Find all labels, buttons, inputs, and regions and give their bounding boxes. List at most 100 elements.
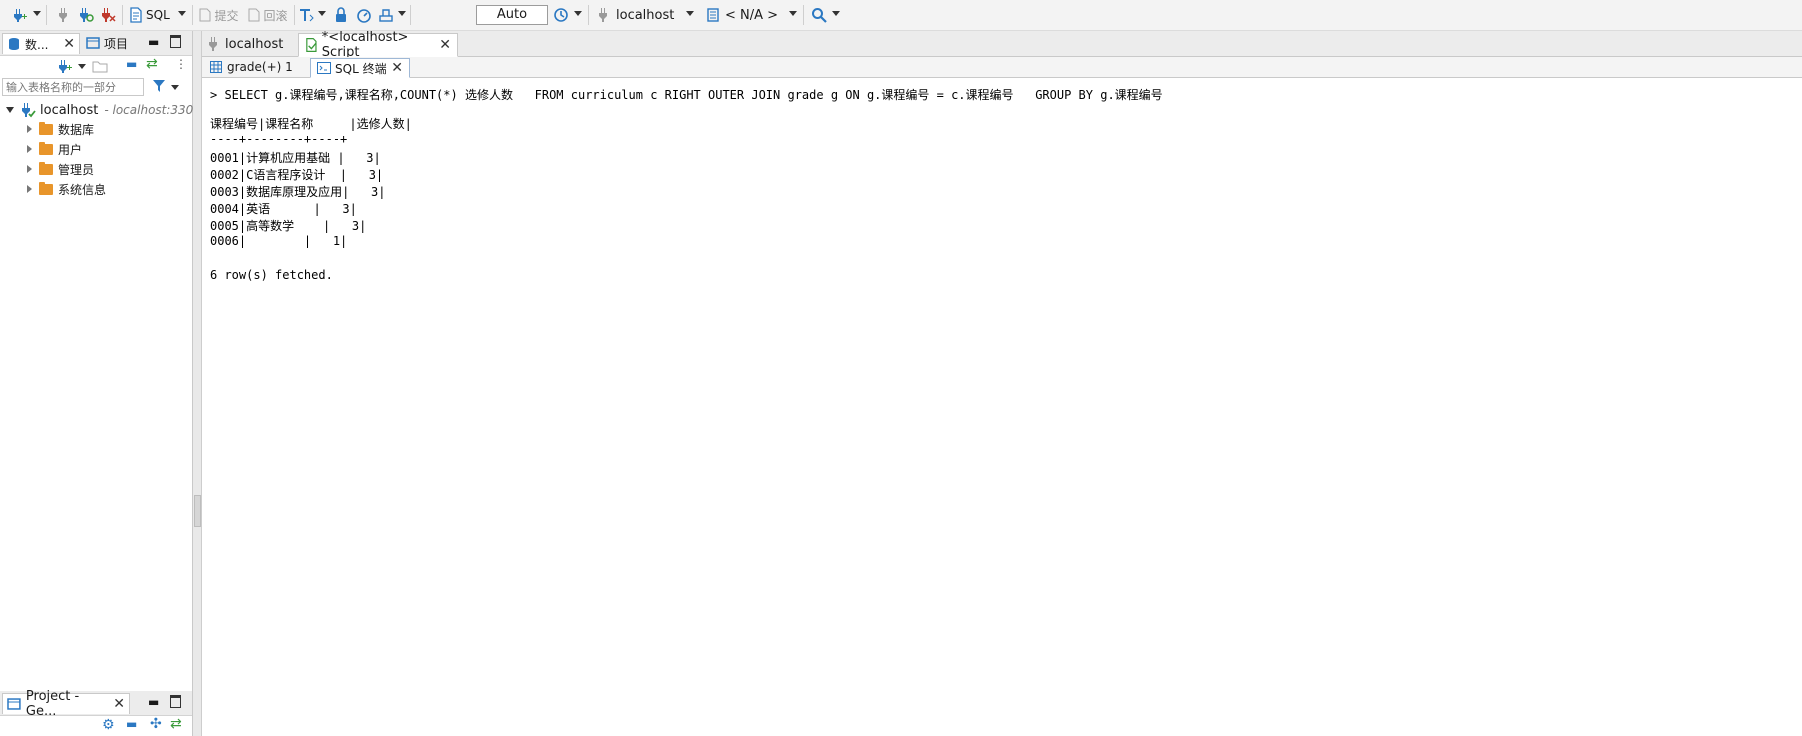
transaction-mode-field[interactable]: Auto (476, 5, 548, 25)
panel-splitter[interactable] (193, 31, 202, 736)
terminal-icon (317, 62, 331, 74)
expand-icon[interactable] (27, 185, 32, 193)
folder-icon (39, 181, 53, 195)
link-editor-icon[interactable]: ⇄ (170, 716, 182, 732)
expand-icon[interactable] (6, 107, 14, 113)
folder-icon (39, 161, 53, 175)
tree-item-label: 用户 (58, 142, 83, 157)
connection-icon (209, 37, 217, 51)
minimize-icon[interactable]: ▬ (148, 695, 159, 709)
tab-grade-result[interactable]: grade(+) 1 (204, 58, 308, 76)
tree-item-administrators[interactable]: 管理员 (27, 160, 94, 178)
rollback-label: 回滚 (263, 8, 288, 23)
folder-icon (39, 141, 53, 155)
maximize-icon[interactable] (170, 35, 181, 48)
expand-icon[interactable] (27, 125, 32, 133)
new-connection-icon[interactable] (8, 5, 30, 25)
tab-localhost-label: localhost (225, 36, 284, 52)
tree-item-system-info[interactable]: 系统信息 (27, 180, 106, 198)
sql-dropdown-icon[interactable] (178, 11, 186, 16)
search-icon[interactable] (810, 5, 828, 25)
settings-icon[interactable]: ⚙ (102, 717, 115, 733)
dashboard-icon[interactable] (354, 5, 374, 25)
editor-tab-bar: localhost *<localhost> Script ✕ (202, 30, 1802, 60)
tab-database-navigator[interactable]: 数... ✕ (2, 33, 80, 54)
tab-project-general[interactable]: Project - Ge... ✕ (2, 689, 130, 719)
navigator-tab-bar: 数... ✕ 项目 ▬ (0, 31, 192, 56)
result-header-line: 课程编号|课程名称 |选修人数| (210, 117, 412, 131)
table-icon (210, 61, 222, 73)
link-editor-icon[interactable]: ⇄ (146, 56, 158, 72)
project-toolbar: ⚙ ▬ ✣ ⇄ (0, 716, 192, 736)
sql-editor-button[interactable]: SQL (128, 5, 180, 25)
result-row: 0002|C语言程序设计 | 3| (210, 168, 384, 182)
minimize-icon[interactable]: ▬ (148, 35, 159, 49)
navigator-panel: 数... ✕ 项目 ▬ ▬ ⇄ ⋮ 输入表格名称的一部分 localhost -… (0, 31, 201, 736)
close-icon[interactable]: ✕ (391, 61, 403, 75)
tree-item-users[interactable]: 用户 (27, 140, 82, 158)
tree-item-localhost[interactable]: localhost - localhost:3306 (6, 101, 201, 119)
table-filter-input[interactable]: 输入表格名称的一部分 (2, 78, 144, 96)
tree-item-label: 系统信息 (58, 182, 107, 197)
commit-label: 提交 (214, 8, 239, 23)
connect-icon[interactable] (54, 5, 74, 25)
active-connection-selector[interactable]: localhost (598, 5, 690, 25)
view-menu-icon[interactable]: ⋮ (175, 57, 187, 71)
expand-icon[interactable]: ✣ (150, 716, 162, 732)
result-row: 0004|英语 | 3| (210, 202, 357, 216)
tab-sql-terminal[interactable]: SQL 终端 ✕ (310, 58, 410, 78)
close-icon[interactable]: ✕ (439, 38, 451, 52)
rows-fetched-status: 6 row(s) fetched. (210, 268, 333, 282)
splitter-handle[interactable] (194, 495, 201, 527)
maximize-icon[interactable] (170, 695, 181, 708)
close-icon[interactable]: ✕ (63, 37, 75, 51)
filter-dropdown-icon[interactable] (171, 85, 179, 90)
schema-selector[interactable]: < N/A > (706, 5, 792, 25)
commit-button[interactable]: 提交 (196, 5, 242, 25)
tab-projects-label: 项目 (104, 36, 129, 51)
collapse-all-icon[interactable]: ▬ (126, 57, 137, 71)
format-dropdown-icon[interactable] (318, 11, 326, 16)
tab-sql-terminal-label: SQL 终端 (335, 61, 387, 76)
tree-item-label: localhost (40, 102, 99, 118)
format-icon[interactable] (297, 5, 315, 25)
folder-icon (39, 121, 53, 135)
history-icon[interactable] (552, 5, 570, 25)
search-dropdown-icon[interactable] (832, 11, 840, 16)
filter-icon[interactable] (152, 79, 166, 96)
result-row: 0005|高等数学 | 3| (210, 219, 367, 233)
expand-icon[interactable] (27, 145, 32, 153)
tab-database-navigator-label: 数... (25, 37, 49, 52)
collapse-all-icon[interactable]: ▬ (126, 717, 137, 731)
rollback-button[interactable]: 回滚 (245, 5, 291, 25)
close-icon[interactable]: ✕ (113, 697, 125, 711)
result-tab-bar: grade(+) 1 SQL 终端 ✕ (202, 57, 1802, 78)
navigator-toolbar: ▬ ⇄ ⋮ (0, 56, 192, 76)
result-separator-line: ----+--------+----+ (210, 132, 348, 146)
connection-dropdown-icon[interactable] (686, 11, 694, 16)
schema-dropdown-icon[interactable] (789, 11, 797, 16)
transaction-log-icon[interactable] (376, 5, 396, 25)
history-dropdown-icon[interactable] (574, 11, 582, 16)
reconnect-icon[interactable] (76, 5, 96, 25)
expand-icon[interactable] (27, 165, 32, 173)
script-icon (306, 38, 317, 52)
tab-projects[interactable]: 项目 (82, 33, 142, 53)
tree-item-label: 数据库 (58, 122, 95, 137)
new-connection-dropdown-icon[interactable] (78, 64, 86, 69)
tab-script[interactable]: *<localhost> Script ✕ (298, 30, 458, 60)
result-row: 0003|数据库原理及应用| 3| (210, 185, 386, 199)
new-connection-dropdown-icon[interactable] (33, 11, 41, 16)
tab-localhost[interactable]: localhost (202, 33, 304, 55)
tree-item-label: 管理员 (58, 162, 95, 177)
tree-item-databases[interactable]: 数据库 (27, 120, 94, 138)
transaction-dropdown-icon[interactable] (398, 11, 406, 16)
connection-icon (22, 103, 36, 118)
new-folder-icon[interactable] (92, 59, 108, 76)
disconnect-icon[interactable] (98, 5, 118, 25)
lock-icon[interactable] (332, 5, 350, 25)
schema-label: < N/A > (725, 7, 779, 23)
new-connection-icon[interactable] (56, 58, 72, 77)
sql-terminal-output[interactable]: > SELECT g.课程编号,课程名称,COUNT(*) 选修人数 FROM … (202, 78, 1802, 736)
query-echo-line: > SELECT g.课程编号,课程名称,COUNT(*) 选修人数 FROM … (210, 88, 1163, 102)
